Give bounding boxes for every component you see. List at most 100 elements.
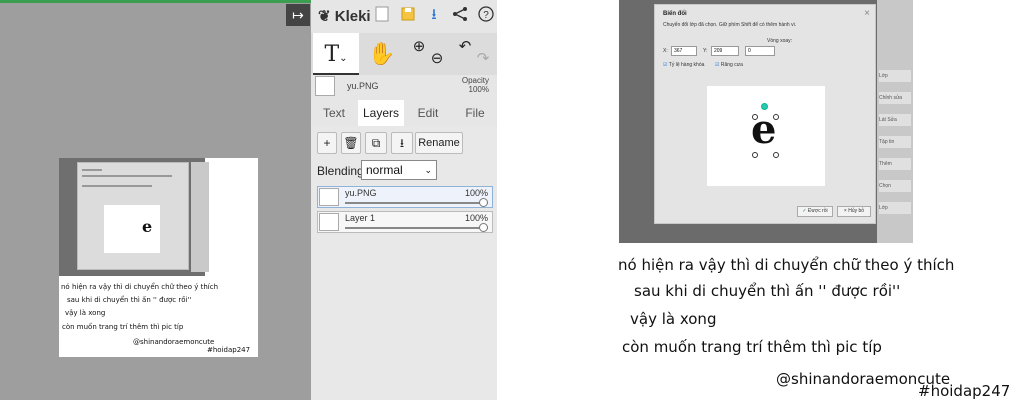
checkbox-label: Tỷ lệ hàng khóa	[668, 62, 705, 68]
zoom-in-icon[interactable]: ⊕	[409, 33, 429, 75]
blending-value: normal	[366, 163, 403, 177]
opacity-value: 100%	[468, 85, 489, 94]
doc-line: @shinandoraemoncute	[133, 338, 215, 346]
layer-thumbnail	[319, 188, 339, 206]
merge-layer-icon[interactable]: ⭳	[391, 132, 413, 154]
current-layer-name: yu.PNG	[347, 81, 379, 91]
layer-name: Layer 1	[345, 213, 376, 223]
layer-row[interactable]: Layer 1 100%	[317, 211, 493, 233]
layer-opacity-slider[interactable]	[345, 198, 488, 207]
layer-opacity: 100%	[464, 213, 488, 223]
kleki-logo-icon: ❦	[318, 8, 331, 25]
dialog-preview-thumbnail: e	[104, 205, 160, 253]
screenshot-root: e nó hiện ra vậy thì di chuyển chữ theo …	[0, 0, 1024, 400]
layers-panel: + 🗑 ⧉ ⭳ Rename Blending normal ⌄ yu.PNG …	[311, 126, 497, 400]
side-item: Chỉnh sửa	[879, 92, 911, 104]
panel-tabs: Text Layers Edit File	[311, 100, 497, 126]
new-icon[interactable]	[373, 6, 391, 24]
top-accent-line	[0, 0, 311, 3]
layer-thumbnail	[315, 76, 335, 96]
dialog-subtitle: Chuyển đổi lớp đã chọn. Giữ phím Shift đ…	[663, 22, 797, 28]
checkbox-icon: ☑	[715, 62, 720, 68]
opacity-label: Opacity	[461, 76, 489, 85]
doc-line: sau khi di chuyển thì ấn '' được rồi''	[67, 296, 192, 304]
caption-line: vậy là xong	[630, 310, 717, 328]
share-icon[interactable]	[451, 6, 469, 24]
preview-canvas: e	[707, 86, 825, 186]
add-layer-button[interactable]: +	[317, 132, 337, 154]
side-item: Chọn	[879, 180, 911, 192]
x-label: X:	[663, 48, 668, 54]
text-tool-glyph: T	[324, 42, 340, 67]
tab-edit[interactable]: Edit	[406, 100, 450, 126]
antialias-checkbox[interactable]: ☑ Răng cưa	[715, 62, 743, 68]
canvas-document[interactable]: e nó hiện ra vậy thì di chuyển chữ theo …	[59, 158, 258, 357]
hashtag: #hoidap247	[918, 382, 1011, 400]
checkbox-label: Răng cưa	[720, 62, 743, 68]
side-item: Tập tin	[879, 136, 911, 148]
layer-opacity: 100%	[464, 188, 488, 198]
rotation-input[interactable]: 0	[745, 46, 775, 56]
slider-knob[interactable]	[479, 223, 488, 232]
help-icon[interactable]: ?	[477, 6, 495, 24]
chevron-down-icon: ⌄	[424, 165, 432, 175]
side-item: Lớp	[879, 202, 911, 214]
chevron-down-icon: ⌄	[339, 53, 348, 64]
doc-line: còn muốn trang trí thêm thì pic típ	[62, 323, 184, 331]
close-icon: ×	[843, 208, 847, 214]
rename-button[interactable]: Rename	[415, 132, 463, 154]
download-icon[interactable]: ⭳	[425, 6, 443, 24]
side-item: Lát Sửa	[879, 114, 911, 126]
close-icon[interactable]: ×	[864, 8, 870, 19]
ok-button[interactable]: ✓ Được rồi	[797, 206, 833, 217]
delete-layer-icon[interactable]: 🗑	[341, 132, 361, 154]
caption-line: còn muốn trang trí thêm thì pic típ	[622, 338, 882, 356]
tab-text[interactable]: Text	[313, 100, 355, 126]
redo-icon[interactable]: ↷	[473, 33, 493, 75]
rotation-label: Vòng xoay:	[767, 38, 793, 44]
cancel-label: Hủy bỏ	[848, 208, 865, 214]
check-icon: ✓	[802, 208, 807, 214]
app-logo: ❦ Kleki	[318, 7, 371, 25]
dialog-line	[82, 175, 172, 177]
zoom-out-icon[interactable]: ⊖	[427, 33, 447, 75]
blending-select[interactable]: normal ⌄	[361, 160, 437, 180]
opacity-readout: Opacity 100%	[462, 76, 489, 94]
transform-dialog: Biến đổi × Chuyển đổi lớp đã chọn. Giữ p…	[654, 4, 876, 224]
hand-tool-icon[interactable]: ✋	[359, 33, 405, 75]
tab-file[interactable]: File	[453, 100, 497, 126]
caption-line: nó hiện ra vậy thì di chuyển chữ theo ý …	[618, 256, 955, 274]
undo-icon[interactable]: ↶	[455, 33, 475, 75]
document-dialog-thumbnail: e	[77, 162, 189, 270]
transform-preview[interactable]: e	[707, 86, 825, 186]
y-input[interactable]: 209	[711, 46, 739, 56]
dialog-line	[82, 169, 102, 171]
x-input[interactable]: 367	[671, 46, 697, 56]
tool-row: T⌄ ✋ ⊕ ⊖ ↶ ↷	[311, 33, 497, 75]
caption-line: sau khi di chuyển thì ấn '' được rồi''	[634, 282, 901, 300]
dialog-title: Biến đổi	[663, 11, 687, 17]
transformed-glyph: e	[751, 106, 777, 153]
layer-row[interactable]: yu.PNG 100%	[317, 186, 493, 208]
layer-thumbnail	[319, 213, 339, 231]
document-side-strip	[191, 162, 209, 272]
cancel-button[interactable]: × Hủy bỏ	[837, 206, 871, 217]
doc-line: vậy là xong	[65, 309, 106, 317]
lock-ratio-checkbox[interactable]: ☑ Tỷ lệ hàng khóa	[663, 62, 704, 68]
tab-layers[interactable]: Layers	[358, 100, 404, 126]
save-icon[interactable]	[399, 6, 417, 24]
doc-line: #hoidap247	[207, 346, 251, 354]
layer-name: yu.PNG	[345, 188, 377, 198]
slider-knob[interactable]	[479, 198, 488, 207]
side-item: Lớp	[879, 70, 911, 82]
current-layer-info: yu.PNG Opacity 100%	[311, 75, 497, 101]
layer-opacity-slider[interactable]	[345, 223, 488, 232]
text-tool-icon[interactable]: T⌄	[313, 33, 359, 75]
collapse-panel-button[interactable]: ↦	[286, 4, 310, 26]
app-toolbar: ❦ Kleki ⭳ ?	[311, 3, 497, 29]
duplicate-layer-icon[interactable]: ⧉	[365, 132, 387, 154]
doc-line: nó hiện ra vậy thì di chuyển chữ theo ý …	[61, 283, 219, 291]
blending-label: Blending	[317, 164, 364, 178]
document-screenshot: e	[59, 158, 209, 276]
y-label: Y:	[703, 48, 708, 54]
